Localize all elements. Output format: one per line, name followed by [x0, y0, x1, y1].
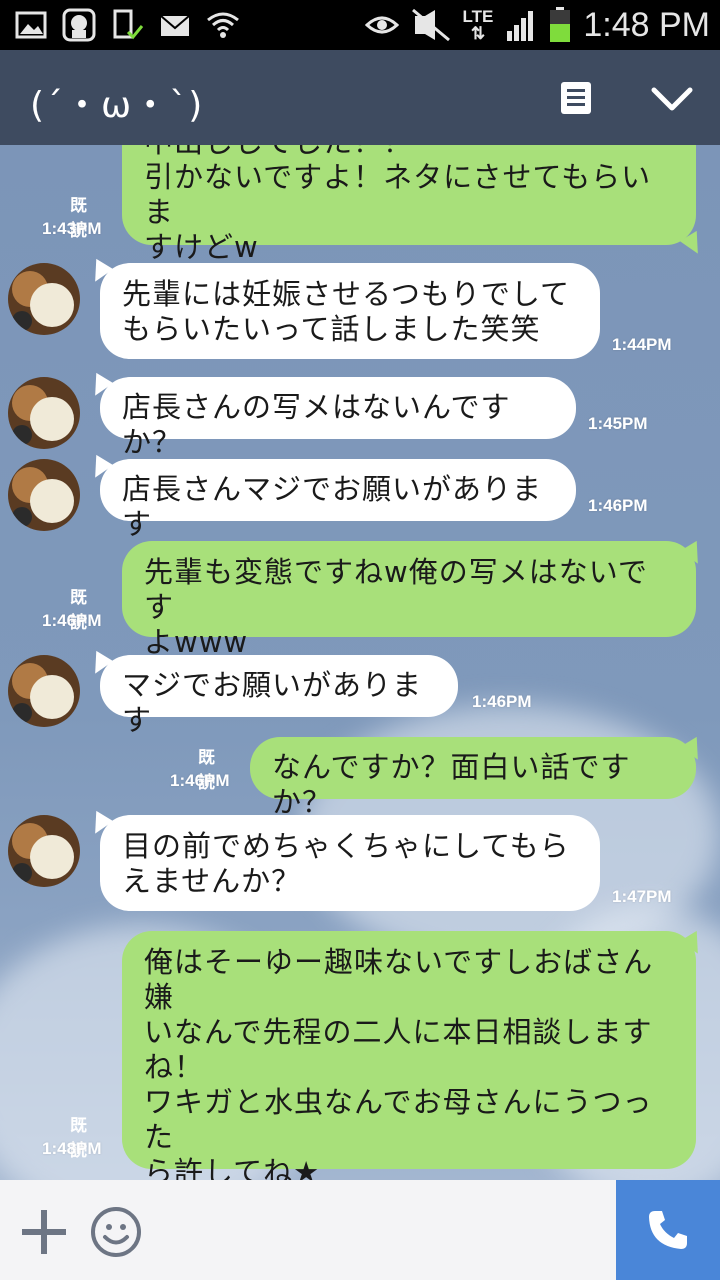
wifi-icon: [207, 12, 239, 38]
message-bubble[interactable]: 目の前でめちゃくちゃにしてもら えませんか？: [100, 815, 600, 911]
phone-icon: [649, 1211, 687, 1249]
message-bubble[interactable]: 中出ししてした？？ 引かないですよ！ネタにさせてもらいま すけどw: [122, 145, 696, 264]
message-bubble[interactable]: 店長さんの写メはないんですか？: [100, 377, 576, 459]
message-time: 1:43PM: [42, 219, 102, 238]
eye-icon: [364, 16, 399, 34]
message-time: 1:44PM: [612, 335, 672, 354]
chat-header: (´・ω・`): [0, 50, 720, 145]
avatar[interactable]: [8, 459, 80, 531]
plus-icon[interactable]: [20, 1208, 68, 1256]
character-icon: [62, 8, 96, 42]
message-time: 1:46PM: [588, 496, 648, 515]
call-button[interactable]: [616, 1180, 720, 1280]
chat-area[interactable]: 既読 1:43PM 中出ししてした？？ 引かないですよ！ネタにさせてもらいま す…: [0, 145, 720, 1180]
clock: 1:48 PM: [583, 5, 710, 44]
chat-title: (´・ω・`): [30, 85, 204, 126]
message-time: 1:46PM: [170, 771, 230, 790]
memo-icon[interactable]: [560, 81, 592, 115]
battery-icon: [550, 7, 571, 42]
mail-icon: [160, 15, 190, 36]
emoji-icon[interactable]: [90, 1206, 142, 1258]
message-time: 1:46PM: [42, 611, 102, 630]
message-time: 1:46PM: [472, 692, 532, 711]
avatar[interactable]: [8, 815, 80, 887]
message-bubble[interactable]: 店長さんマジでお願いがあります: [100, 459, 576, 541]
mute-icon: [411, 8, 450, 42]
message-bubble[interactable]: なんですか？面白い話ですか？: [250, 737, 696, 819]
chevron-down-icon[interactable]: [650, 84, 694, 114]
message-bubble[interactable]: 先輩も変態ですねw俺の写メはないです よwww: [122, 541, 696, 659]
sim-icon: [113, 9, 144, 40]
status-bar: LTE ⇅ 1:48 PM: [0, 0, 720, 50]
gallery-icon: [15, 11, 47, 39]
message-bubble[interactable]: 先輩には妊娠させるつもりでして もらいたいって話しました笑笑: [100, 263, 600, 359]
avatar[interactable]: [8, 377, 80, 449]
message-time: 1:47PM: [612, 887, 672, 906]
avatar[interactable]: [8, 263, 80, 335]
input-bar: [0, 1180, 720, 1280]
message-time: 1:45PM: [588, 414, 648, 433]
network-type: LTE ⇅: [462, 7, 494, 43]
message-bubble[interactable]: 俺はそーゆー趣味ないですしおばさん嫌 いなんで先程の二人に本日相談します ね！ …: [122, 931, 696, 1180]
message-time: 1:48PM: [42, 1139, 102, 1158]
signal-icon: [507, 11, 534, 41]
message-bubble[interactable]: マジでお願いがあります: [100, 655, 458, 737]
avatar[interactable]: [8, 655, 80, 727]
